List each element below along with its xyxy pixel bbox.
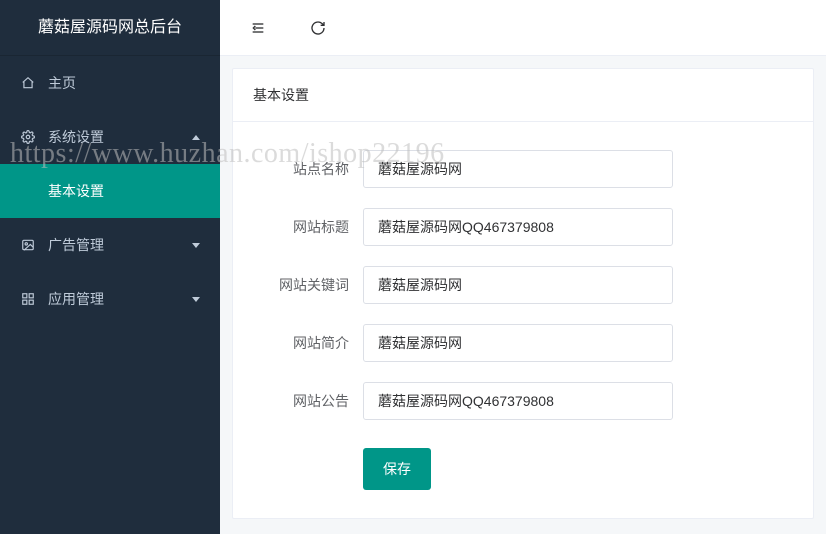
- refresh-button[interactable]: [298, 8, 338, 48]
- row-site-name: 站点名称: [233, 150, 813, 188]
- label-site-notice: 网站公告: [233, 391, 363, 411]
- input-site-keywords[interactable]: [363, 266, 673, 304]
- chevron-down-icon: [192, 297, 200, 302]
- main-content: 基本设置 站点名称 网站标题 网站关键词 网站简介 网站公告: [220, 56, 826, 534]
- label-site-desc: 网站简介: [233, 333, 363, 353]
- nav-home[interactable]: 主页: [0, 56, 220, 110]
- row-site-keywords: 网站关键词: [233, 266, 813, 304]
- gear-icon: [20, 129, 36, 145]
- refresh-icon: [310, 20, 326, 36]
- sidebar: 蘑菇屋源码网总后台 主页 系统设置 基本设置 广告管理 应用管理: [0, 0, 220, 534]
- nav-apps-label: 应用管理: [48, 289, 192, 309]
- brand-title: 蘑菇屋源码网总后台: [0, 0, 220, 56]
- settings-card: 基本设置 站点名称 网站标题 网站关键词 网站简介 网站公告: [232, 68, 814, 519]
- settings-form: 站点名称 网站标题 网站关键词 网站简介 网站公告 保存: [233, 150, 813, 518]
- topbar: [220, 0, 826, 56]
- image-icon: [20, 237, 36, 253]
- nav-system-label: 系统设置: [48, 127, 192, 147]
- input-site-name[interactable]: [363, 150, 673, 188]
- input-site-desc[interactable]: [363, 324, 673, 362]
- nav-ads-label: 广告管理: [48, 235, 192, 255]
- nav-apps[interactable]: 应用管理: [0, 272, 220, 326]
- input-site-title[interactable]: [363, 208, 673, 246]
- collapse-toggle-button[interactable]: [238, 8, 278, 48]
- subnav-basic-settings[interactable]: 基本设置: [0, 164, 220, 218]
- label-site-name: 站点名称: [233, 159, 363, 179]
- nav-home-label: 主页: [48, 73, 200, 93]
- home-icon: [20, 75, 36, 91]
- card-title: 基本设置: [233, 69, 813, 122]
- chevron-down-icon: [192, 243, 200, 248]
- form-actions: 保存: [233, 440, 813, 518]
- row-site-title: 网站标题: [233, 208, 813, 246]
- row-site-notice: 网站公告: [233, 382, 813, 420]
- nav-system[interactable]: 系统设置: [0, 110, 220, 164]
- label-site-keywords: 网站关键词: [233, 275, 363, 295]
- chevron-up-icon: [192, 135, 200, 140]
- menu-collapse-icon: [250, 20, 266, 36]
- label-site-title: 网站标题: [233, 217, 363, 237]
- save-button[interactable]: 保存: [363, 448, 431, 490]
- apps-icon: [20, 291, 36, 307]
- row-site-desc: 网站简介: [233, 324, 813, 362]
- input-site-notice[interactable]: [363, 382, 673, 420]
- nav-ads[interactable]: 广告管理: [0, 218, 220, 272]
